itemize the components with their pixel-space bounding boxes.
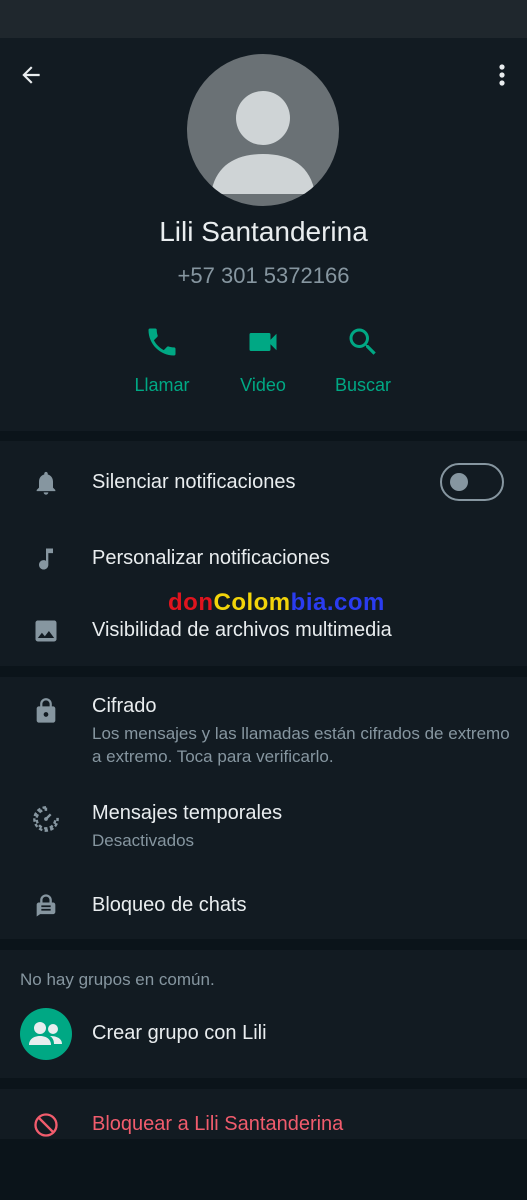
bell-icon bbox=[36, 471, 56, 495]
watermark-part-3: bia.com bbox=[290, 589, 385, 616]
media-visibility-label: Visibilidad de archivos multimedia bbox=[92, 619, 392, 641]
toggle-knob bbox=[450, 473, 468, 491]
search-button[interactable]: Buscar bbox=[313, 323, 413, 403]
status-bar bbox=[0, 0, 527, 38]
image-icon bbox=[35, 620, 57, 642]
contact-header: Lili Santanderina +57 301 5372166 Llamar… bbox=[0, 38, 527, 431]
call-button[interactable]: Llamar bbox=[112, 323, 212, 403]
lock-icon bbox=[36, 698, 56, 723]
encryption-title: Cifrado bbox=[92, 695, 157, 717]
contact-phone: +57 301 5372166 bbox=[177, 263, 350, 288]
watermark: donColombia.com bbox=[168, 589, 385, 617]
block-icon bbox=[34, 1113, 58, 1137]
video-camera-icon bbox=[249, 333, 277, 351]
disappearing-messages-title: Mensajes temporales bbox=[92, 802, 283, 824]
mute-toggle[interactable] bbox=[440, 463, 504, 501]
block-contact-label: Bloquear a Lili Santanderina bbox=[92, 1113, 344, 1135]
arrow-back-icon bbox=[22, 66, 40, 84]
chat-lock-title: Bloqueo de chats bbox=[92, 894, 247, 916]
group-icon bbox=[29, 1022, 62, 1045]
watermark-part-2: Colom bbox=[213, 589, 291, 616]
block-section: Bloquear a Lili Santanderina bbox=[0, 1089, 527, 1139]
search-icon bbox=[349, 328, 376, 355]
timer-icon bbox=[33, 806, 59, 832]
video-label: Video bbox=[240, 375, 286, 395]
music-note-icon bbox=[39, 548, 53, 570]
video-call-button[interactable]: Video bbox=[213, 323, 313, 403]
chat-lock-icon bbox=[36, 894, 56, 917]
create-group-label: Crear grupo con Lili bbox=[92, 1022, 267, 1044]
contact-name: Lili Santanderina bbox=[159, 216, 368, 247]
privacy-section: Cifrado Los mensajes y las llamadas está… bbox=[0, 677, 527, 939]
watermark-part-1: don bbox=[168, 589, 214, 616]
phone-icon bbox=[148, 328, 176, 356]
default-person-icon bbox=[211, 91, 315, 194]
disappearing-messages-subtitle: Desactivados bbox=[92, 831, 195, 850]
common-groups-note: No hay grupos en común. bbox=[20, 970, 215, 989]
custom-notifications-label: Personalizar notificaciones bbox=[92, 547, 330, 569]
back-button[interactable] bbox=[18, 62, 54, 88]
more-vert-icon bbox=[499, 64, 505, 86]
search-label: Buscar bbox=[334, 375, 392, 395]
notifications-section: Silenciar notificaciones Personalizar no… bbox=[0, 441, 527, 666]
more-options-button[interactable] bbox=[491, 60, 513, 90]
mute-notifications-label: Silenciar notificaciones bbox=[92, 471, 296, 493]
encryption-subtitle: Los mensajes y las llamadas están cifrad… bbox=[92, 724, 510, 766]
contact-avatar[interactable] bbox=[187, 54, 339, 206]
create-group-avatar[interactable] bbox=[20, 1008, 72, 1060]
call-label: Llamar bbox=[134, 375, 190, 395]
